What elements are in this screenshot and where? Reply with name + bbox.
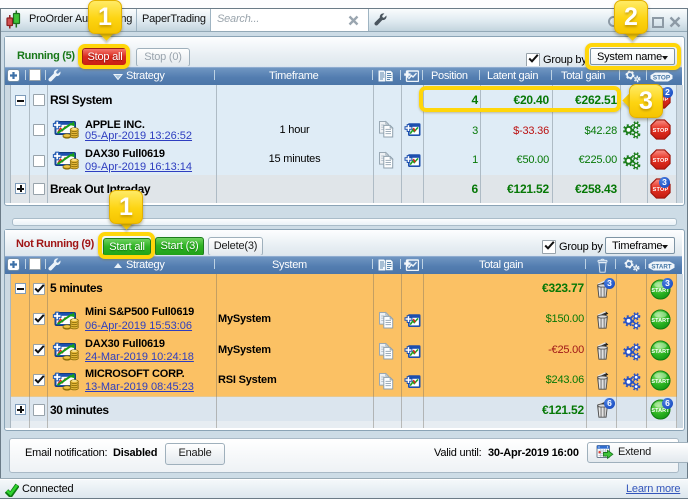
svg-text:START: START <box>651 263 671 270</box>
svg-text:STOP: STOP <box>653 75 671 82</box>
